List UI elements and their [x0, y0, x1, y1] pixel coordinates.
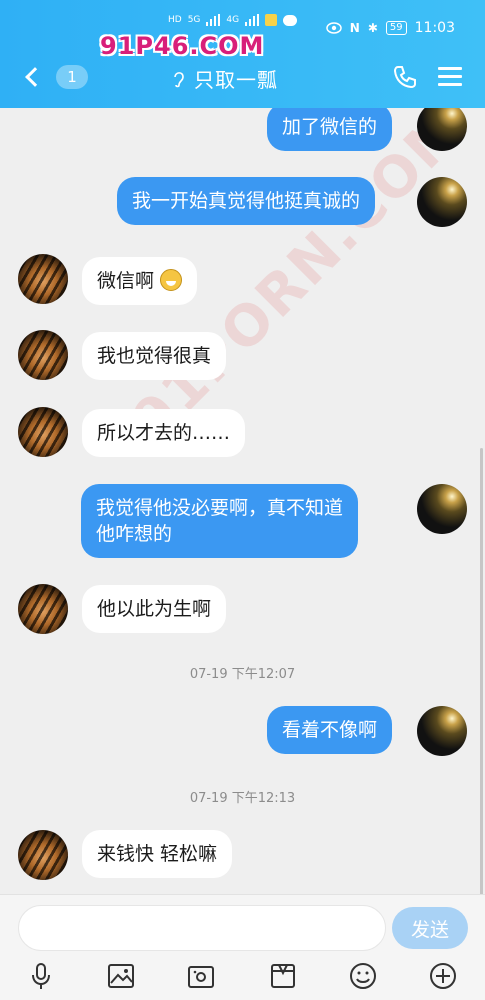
hd-badge: HD	[168, 15, 182, 25]
phone-icon[interactable]	[392, 64, 418, 90]
contact-avatar[interactable]	[18, 407, 68, 457]
message-bubble-outgoing[interactable]: 我觉得他没必要啊，真不知道 他咋想的	[81, 484, 359, 558]
message-text: 微信啊	[97, 270, 155, 292]
status-time: 11:03	[414, 20, 455, 36]
microphone-icon[interactable]	[26, 961, 56, 991]
signal-4g-label: 4G	[226, 15, 240, 25]
scrollbar[interactable]	[480, 448, 483, 894]
nfc-icon: N	[349, 21, 360, 35]
input-toolbar	[0, 957, 485, 1000]
app-notification-icon	[265, 14, 278, 26]
contact-avatar[interactable]	[18, 330, 68, 380]
message-list[interactable]: 91PORN.COM 加了微信的 我一开始真觉得他挺真诚的 微信啊 我也觉得很真…	[0, 108, 485, 894]
message-timestamp: 07-19 下午12:07	[189, 667, 296, 682]
self-avatar[interactable]	[417, 177, 467, 227]
menu-icon[interactable]	[438, 67, 462, 87]
system-indicators: N ✱ 59 11:03	[326, 20, 455, 36]
message-bubble-incoming[interactable]: 微信啊	[82, 257, 198, 305]
input-area: 发送	[0, 894, 485, 1000]
wechat-icon	[283, 14, 298, 26]
bluetooth-icon: ✱	[367, 21, 378, 35]
contact-avatar[interactable]	[18, 584, 68, 634]
send-button[interactable]: 发送	[392, 907, 468, 949]
signal-5g-label: 5G	[187, 15, 201, 25]
contact-avatar[interactable]	[18, 830, 68, 880]
self-avatar[interactable]	[417, 706, 467, 756]
folder-icon[interactable]	[268, 961, 298, 991]
battery-indicator: 59	[385, 21, 407, 35]
contact-avatar[interactable]	[18, 254, 68, 304]
ear-icon	[174, 71, 184, 87]
image-icon[interactable]	[106, 961, 136, 991]
camera-icon[interactable]	[186, 961, 216, 991]
message-bubble-outgoing[interactable]: 我一开始真觉得他挺真诚的	[117, 177, 376, 225]
message-input[interactable]	[18, 905, 386, 951]
message-text-line-2: 他咋想的	[96, 523, 173, 545]
self-avatar[interactable]	[417, 484, 467, 534]
watermark-logo: 91P46.COM	[100, 32, 265, 60]
message-bubble-incoming[interactable]: 所以才去的……	[82, 409, 246, 457]
back-chevron-icon	[25, 67, 45, 87]
eye-icon	[326, 22, 342, 34]
message-text-line-1: 我觉得他没必要啊，真不知道	[96, 497, 344, 519]
message-bubble-incoming[interactable]: 我也觉得很真	[82, 332, 227, 380]
network-indicators: HD 5G 4G	[168, 14, 298, 26]
message-bubble-outgoing[interactable]: 加了微信的	[267, 108, 393, 151]
message-timestamp: 07-19 下午12:13	[189, 791, 296, 806]
message-bubble-outgoing[interactable]: 看着不像啊	[267, 706, 393, 754]
back-button[interactable]: 1	[22, 62, 92, 92]
plus-icon[interactable]	[428, 961, 458, 991]
chat-title-area[interactable]: 只取一瓢	[172, 64, 278, 93]
chat-title: 只取一瓢	[194, 68, 278, 92]
unread-count-badge: 1	[56, 65, 88, 89]
message-bubble-incoming[interactable]: 来钱快 轻松嘛	[82, 830, 233, 878]
signal-icon-2	[245, 14, 260, 26]
chat-header: HD 5G 4G N ✱ 59 11:03 91P46.COM 1 只取一瓢	[0, 0, 485, 108]
emoji-icon[interactable]	[348, 961, 378, 991]
grinning-emoji-icon	[160, 269, 183, 291]
signal-icon	[206, 14, 221, 26]
message-bubble-incoming[interactable]: 他以此为生啊	[82, 585, 227, 633]
